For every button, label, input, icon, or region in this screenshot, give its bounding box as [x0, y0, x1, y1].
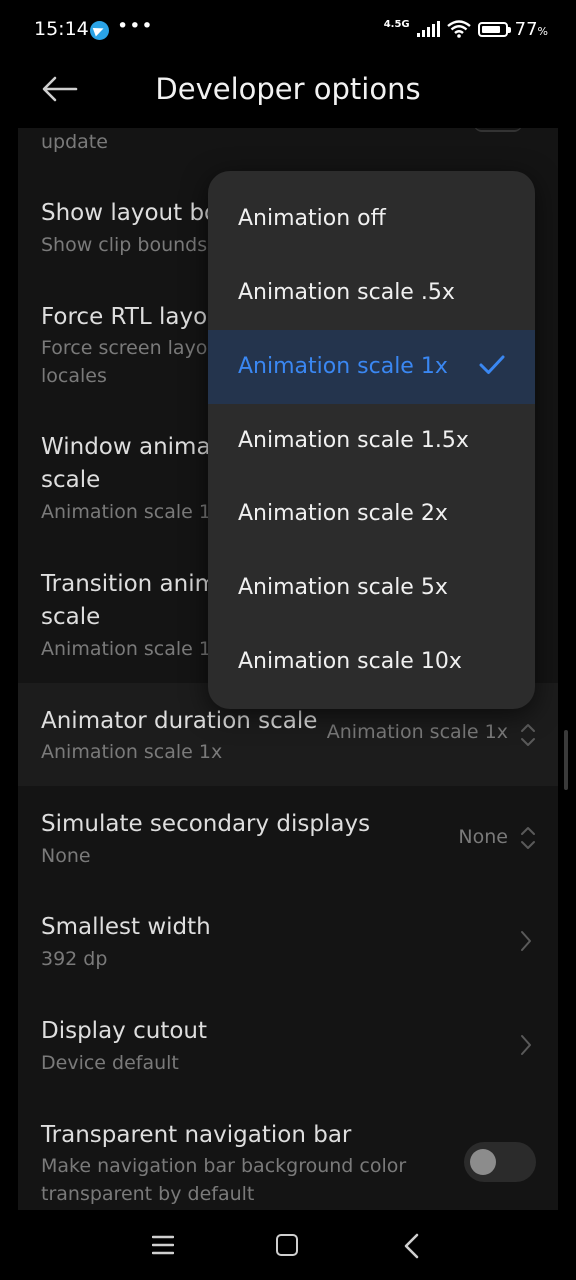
- row-subtitle-line1: Make navigation bar background color: [41, 1155, 407, 1177]
- option-animation-scale-0-5x[interactable]: Animation scale .5x: [208, 256, 535, 330]
- chevron-right-icon: [521, 1035, 531, 1055]
- menu-icon[interactable]: [152, 1235, 174, 1255]
- option-label: Animation scale 5x: [238, 575, 448, 600]
- page-title: Developer options: [155, 72, 421, 106]
- chevron-right-icon: [521, 931, 531, 951]
- signal-icon: [416, 21, 440, 37]
- row-title: Animator duration scale: [41, 708, 318, 734]
- row-title-line2: scale: [41, 467, 101, 493]
- row-title: Show layout bo: [41, 200, 219, 226]
- back-icon[interactable]: [402, 1233, 420, 1259]
- option-animation-scale-2x[interactable]: Animation scale 2x: [208, 477, 535, 551]
- option-animation-scale-1-5x[interactable]: Animation scale 1.5x: [208, 404, 535, 478]
- settings-row-simulate-secondary-displays[interactable]: Simulate secondary displays None None: [18, 788, 558, 891]
- row-title: Transparent navigation bar: [41, 1122, 352, 1148]
- option-label: Animation scale 1x: [238, 354, 448, 379]
- row-title: Force RTL layo: [41, 304, 208, 330]
- option-animation-scale-5x[interactable]: Animation scale 5x: [208, 551, 535, 625]
- app-bar: Developer options: [0, 62, 576, 128]
- option-label: Animation scale 10x: [238, 649, 462, 674]
- row-value: None: [458, 826, 508, 848]
- row-title-line1: Transition anim: [41, 571, 218, 597]
- telegram-icon: [90, 21, 109, 40]
- network-type: 4.5G: [383, 18, 410, 30]
- row-title: Simulate secondary displays: [41, 811, 371, 837]
- system-nav-bar: [0, 1210, 576, 1280]
- row-value: Animation scale 1x: [326, 721, 508, 743]
- status-icons: 4.5G 77%: [384, 17, 548, 41]
- toggle-switch[interactable]: [474, 128, 522, 132]
- row-subtitle: update: [41, 131, 108, 153]
- scrollbar[interactable]: [564, 730, 568, 790]
- wifi-icon: [446, 20, 471, 38]
- row-subtitle: Animation scale 1x: [41, 638, 223, 660]
- transparent-nav-toggle[interactable]: [464, 1142, 536, 1182]
- row-subtitle: Show clip bounds: [41, 234, 208, 256]
- row-subtitle: Animation scale 1x: [41, 741, 223, 763]
- settings-row-display-cutout[interactable]: Display cutout Device default: [18, 995, 558, 1098]
- row-title: Display cutout: [41, 1018, 207, 1044]
- option-label: Animation scale .5x: [238, 280, 455, 305]
- option-label: Animation off: [238, 206, 386, 231]
- battery-percent: 77%: [514, 18, 548, 40]
- row-subtitle-line1: Force screen layo: [41, 337, 208, 359]
- option-animation-scale-1x[interactable]: Animation scale 1x: [208, 330, 535, 404]
- row-title-line2: scale: [41, 604, 101, 630]
- row-title-line1: Window anima: [41, 434, 211, 460]
- row-subtitle: None: [41, 845, 91, 867]
- option-animation-scale-10x[interactable]: Animation scale 10x: [208, 625, 535, 699]
- option-animation-off[interactable]: Animation off: [208, 182, 535, 256]
- row-subtitle-line2: transparent by default: [41, 1183, 255, 1205]
- settings-row-smallest-width[interactable]: Smallest width 392 dp: [18, 891, 558, 994]
- row-subtitle: Animation scale 1x: [41, 501, 223, 523]
- row-subtitle: Device default: [41, 1052, 179, 1074]
- chevron-updown-icon: [521, 827, 535, 849]
- chevron-updown-icon: [521, 724, 535, 746]
- settings-row-transparent-nav-bar[interactable]: Transparent navigation bar Make navigati…: [18, 1098, 558, 1210]
- status-bar: 15:14 ••• 4.5G 77%: [0, 0, 576, 62]
- more-dots-icon: •••: [117, 15, 154, 37]
- animation-scale-popup: Animation off Animation scale .5x Animat…: [208, 171, 535, 709]
- row-subtitle: 392 dp: [41, 948, 108, 970]
- status-time: 15:14: [34, 18, 89, 40]
- checkmark-icon: [479, 355, 505, 374]
- option-label: Animation scale 2x: [238, 501, 448, 526]
- battery-icon: [477, 21, 511, 37]
- option-label: Animation scale 1.5x: [238, 428, 469, 453]
- home-icon[interactable]: [276, 1234, 298, 1256]
- row-subtitle-line2: locales: [41, 365, 107, 387]
- row-title: Smallest width: [41, 914, 211, 940]
